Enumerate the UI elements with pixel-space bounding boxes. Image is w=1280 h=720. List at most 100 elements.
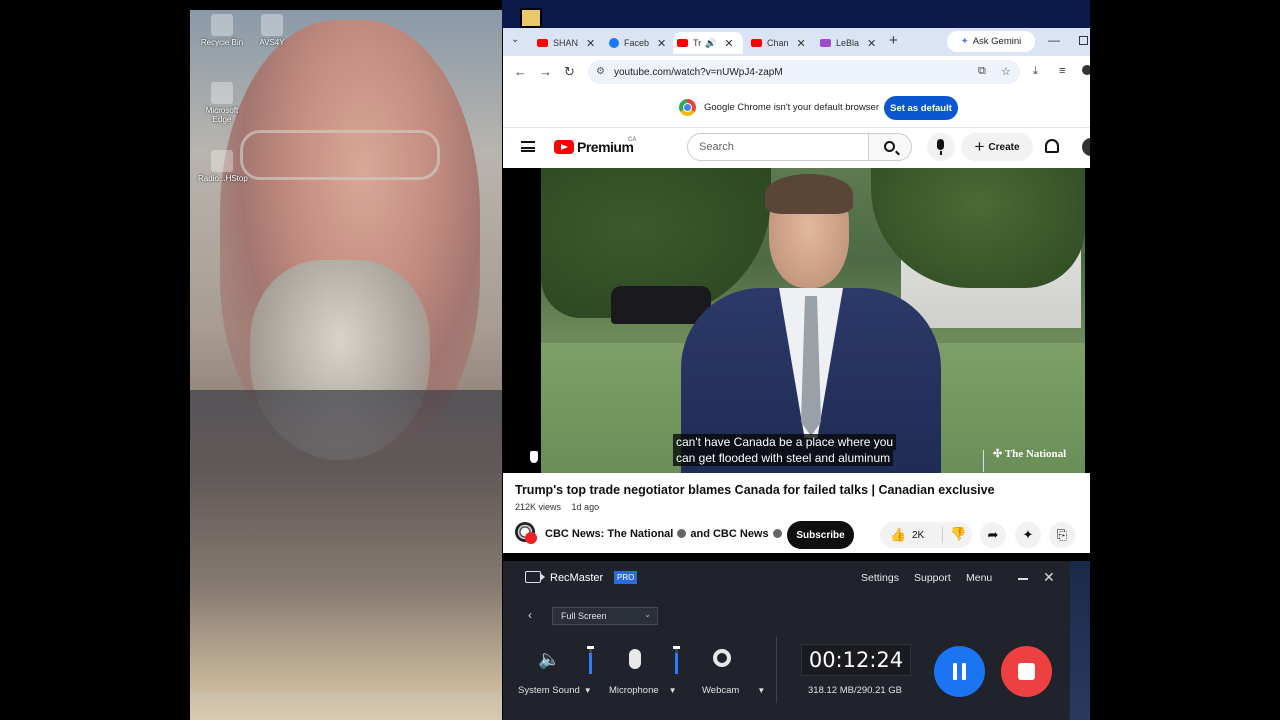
desktop-icon-recycle-bin[interactable]: Recycle Bin	[198, 14, 246, 47]
tab-search-icon[interactable]: ⌄	[511, 34, 519, 45]
minimize-button[interactable]: —	[1048, 33, 1060, 47]
new-tab-button[interactable]: +	[889, 32, 898, 49]
site-info-icon[interactable]: ⚙	[596, 66, 605, 77]
back-button[interactable]: ←	[514, 64, 527, 79]
forward-button[interactable]: →	[539, 64, 552, 79]
mouse-cursor-icon	[529, 450, 539, 464]
video-player[interactable]: can't have Canada be a place where you c…	[503, 168, 1090, 473]
plus-icon: +	[974, 137, 985, 156]
folder-icon[interactable]	[520, 8, 542, 28]
capture-mode-select[interactable]: Full Screen ⌄	[552, 607, 658, 625]
system-sound-level-slider[interactable]	[587, 646, 594, 674]
pause-recording-button[interactable]	[934, 646, 985, 697]
speaker-icon[interactable]: 🔈	[538, 649, 560, 670]
webcam-icon[interactable]	[713, 649, 731, 667]
account-avatar[interactable]	[1082, 138, 1090, 156]
voice-search-button[interactable]	[927, 133, 955, 161]
tab-bar: ⌄ SHAN ✕ Faceb ✕ Tr 🔊 ✕ Chan ✕ LeBla ✕ +…	[503, 28, 1090, 56]
url-field[interactable]: ⚙ youtube.com/watch?v=nUWpJ4-zapM ⧉ ☆	[588, 60, 1020, 84]
panel-divider	[776, 637, 777, 703]
chrome-logo-icon	[679, 99, 696, 116]
set-as-default-button[interactable]: Set as default	[884, 96, 958, 120]
tab-leblanc[interactable]: LeBla ✕	[816, 32, 880, 54]
media-control-icon[interactable]: ≡	[1059, 65, 1065, 77]
share-button[interactable]: ➦	[980, 522, 1006, 548]
recmaster-close-button[interactable]: ✕	[1043, 569, 1055, 586]
search-button[interactable]	[868, 133, 912, 161]
like-divider	[942, 527, 943, 543]
maximize-button[interactable]	[1079, 36, 1088, 45]
recmaster-minimize-button[interactable]	[1018, 578, 1028, 580]
download-icon[interactable]: ⤓	[1033, 65, 1038, 78]
bookmark-icon: ⎘	[1056, 527, 1068, 542]
file-size-readout: 318.12 MB/290.21 GB	[808, 685, 903, 696]
notifications-bell-icon[interactable]	[1045, 139, 1059, 153]
butterfly-icon	[820, 39, 831, 47]
desktop-icon-radio[interactable]: Radio...HStop	[198, 150, 248, 183]
channel-link-national[interactable]: CBC News: The National	[545, 528, 673, 540]
close-tab-icon[interactable]: ✕	[724, 37, 733, 50]
profile-avatar[interactable]	[1082, 65, 1090, 75]
channel-link-cbc[interactable]: CBC News	[713, 528, 769, 540]
save-button[interactable]: ⎘	[1049, 522, 1075, 548]
share-icon: ➦	[987, 527, 999, 542]
youtube-premium-wordmark[interactable]: Premium	[577, 139, 634, 155]
dropdown-caret-icon: ▼	[668, 686, 677, 695]
recmaster-title: RecMaster	[550, 572, 604, 584]
upload-age: 1d ago	[571, 502, 600, 512]
subscribe-button[interactable]: Subscribe	[787, 521, 854, 549]
like-thumb-icon[interactable]: 👍	[890, 527, 906, 543]
pro-badge: PRO	[614, 571, 638, 584]
ask-ai-button[interactable]: ✦	[1015, 522, 1041, 548]
tab-shan[interactable]: SHAN ✕	[533, 32, 599, 54]
search-icon	[884, 141, 895, 152]
video-title: Trump's top trade negotiator blames Cana…	[515, 483, 995, 497]
menu-menu[interactable]: Menu	[966, 572, 992, 584]
recmaster-panel: RecMaster PRO Settings Support Menu ✕ ‹ …	[503, 561, 1070, 720]
install-app-icon[interactable]: ⧉	[978, 65, 986, 78]
create-button[interactable]: + Create	[961, 133, 1033, 161]
caption-line-1: can't have Canada be a place where you	[673, 434, 897, 450]
tab-trump-video[interactable]: Tr 🔊 ✕	[673, 32, 743, 54]
close-tab-icon[interactable]: ✕	[586, 37, 595, 50]
search-input[interactable]: Search	[687, 133, 869, 161]
webcam-glasses	[240, 130, 440, 180]
dislike-thumb-icon[interactable]: 👎	[950, 526, 966, 542]
youtube-header: Premium CA Search + Create	[503, 128, 1090, 168]
microphone-dropdown[interactable]: Microphone ▼	[609, 685, 677, 696]
live-badge-icon	[525, 532, 537, 544]
tab-channel[interactable]: Chan ✕	[747, 32, 810, 54]
country-code: CA	[628, 137, 637, 143]
desktop-background-strip	[502, 0, 1090, 28]
watermark-divider	[983, 450, 984, 472]
tab-facebook[interactable]: Faceb ✕	[605, 32, 670, 54]
file-icon	[261, 14, 283, 36]
desktop-icon-avs[interactable]: AVS4Y	[248, 14, 296, 47]
microphone-icon[interactable]	[629, 649, 641, 669]
youtube-logo-icon[interactable]	[554, 140, 574, 154]
back-chevron-icon[interactable]: ‹	[528, 608, 532, 622]
speaker-icon[interactable]: 🔊	[705, 38, 716, 49]
desktop-icon-edge[interactable]: Microsoft Edge	[198, 82, 246, 124]
bookmark-star-icon[interactable]: ☆	[1001, 65, 1011, 78]
settings-menu[interactable]: Settings	[861, 572, 899, 584]
close-tab-icon[interactable]: ✕	[797, 37, 806, 50]
youtube-icon	[751, 39, 762, 47]
microphone-level-slider[interactable]	[673, 646, 680, 674]
channel-names: CBC News: The National and CBC News	[545, 528, 786, 540]
close-tab-icon[interactable]: ✕	[657, 37, 666, 50]
youtube-icon	[537, 39, 548, 47]
menu-icon[interactable]	[521, 141, 535, 152]
chevron-down-icon: ⌄	[644, 610, 651, 619]
dropdown-caret-icon: ▼	[757, 686, 766, 695]
support-menu[interactable]: Support	[914, 572, 951, 584]
ask-gemini-button[interactable]: ✦ Ask Gemini	[947, 31, 1035, 52]
system-sound-dropdown[interactable]: System Sound ▼	[518, 685, 592, 696]
reload-button[interactable]: ↻	[564, 64, 575, 80]
recording-timer: 00:12:24	[801, 644, 911, 676]
default-browser-infobar: Google Chrome isn't your default browser…	[503, 88, 1090, 128]
close-tab-icon[interactable]: ✕	[867, 37, 876, 50]
stop-recording-button[interactable]	[1001, 646, 1052, 697]
edge-icon	[211, 82, 233, 104]
webcam-dropdown[interactable]: Webcam ▼	[702, 685, 765, 696]
